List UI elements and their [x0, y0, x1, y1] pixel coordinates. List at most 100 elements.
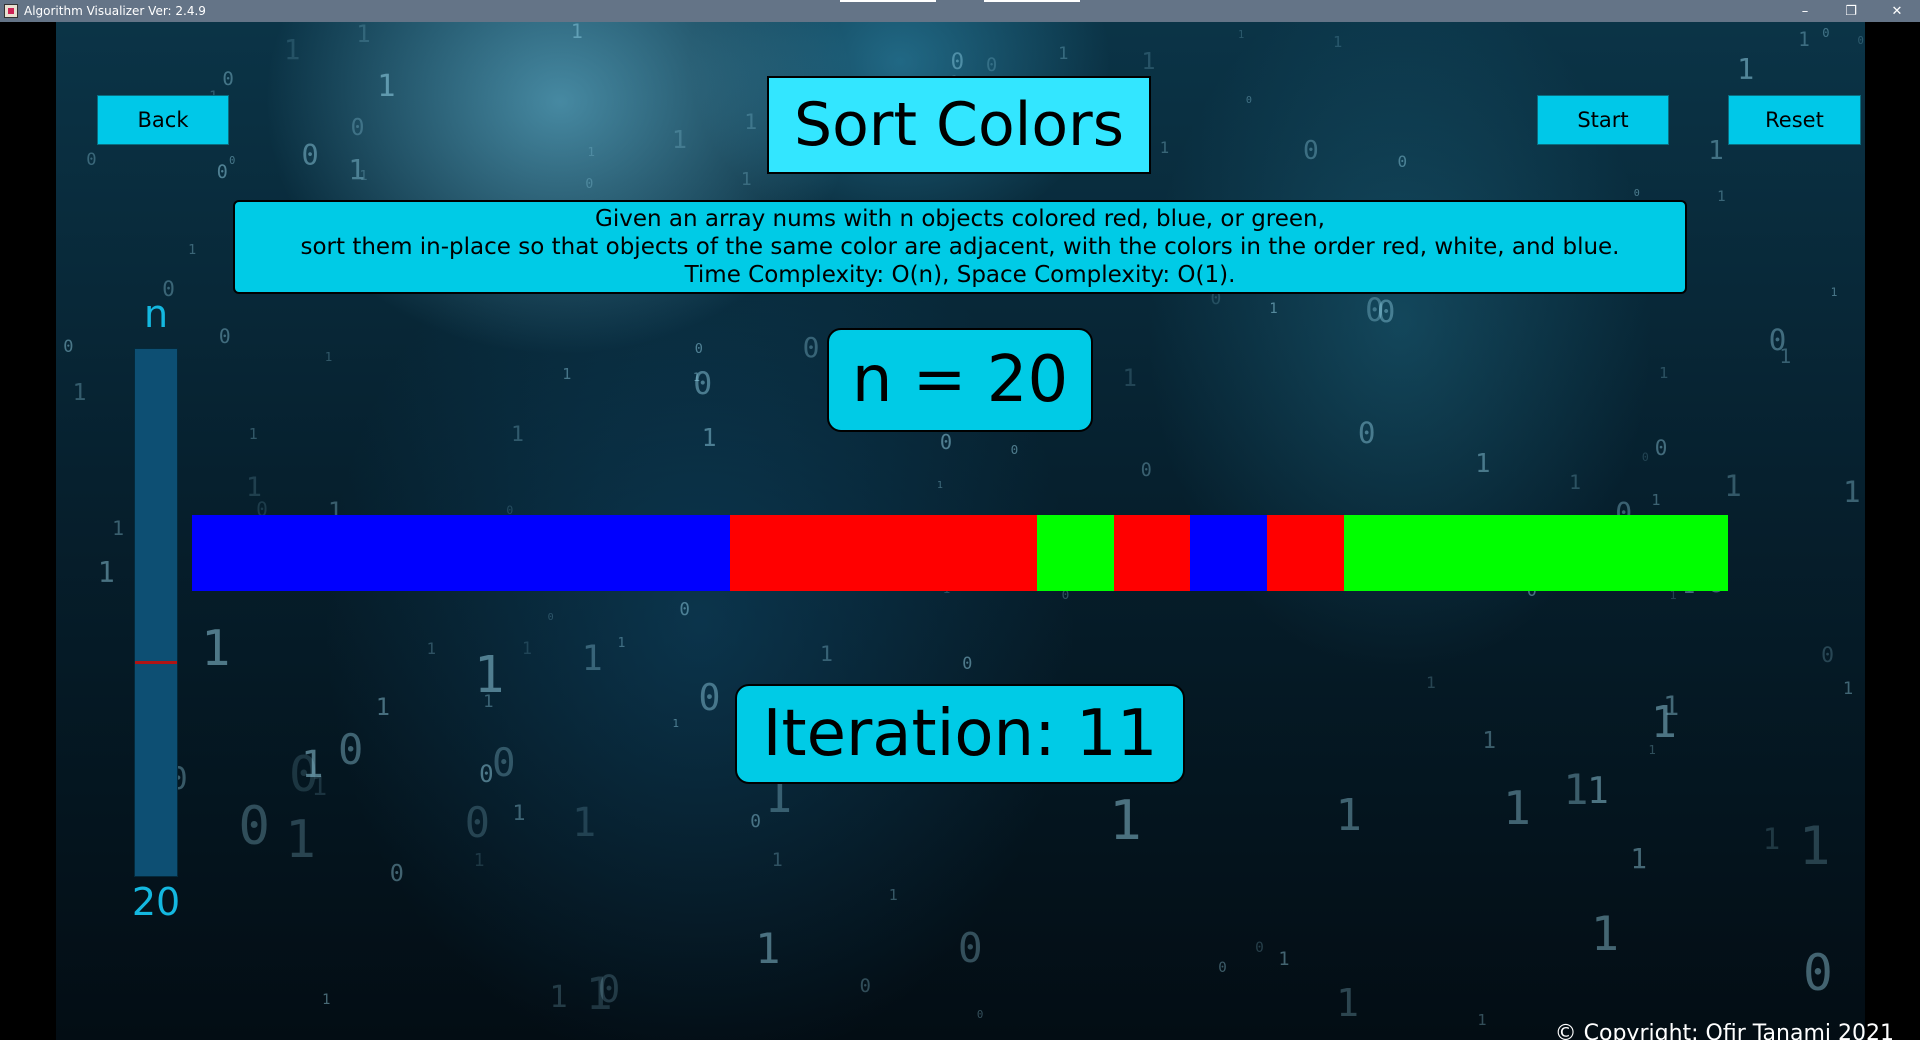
rain-digit: 0 [1633, 188, 1640, 200]
array-cell-blue [575, 515, 653, 591]
maximize-icon[interactable]: ❐ [1828, 0, 1874, 22]
rain-digit: 0 [985, 55, 998, 77]
rain-digit: 0 [238, 796, 270, 858]
description-line: Time Complexity: O(n), Space Complexity:… [684, 262, 1236, 288]
rain-digit: 1 [587, 143, 595, 159]
rain-digit: 0 [63, 335, 74, 356]
color-array [192, 515, 1728, 591]
n-slider[interactable] [134, 348, 178, 877]
rain-digit: 1 [1843, 475, 1861, 510]
rain-digit: 1 [522, 639, 532, 659]
title-bar: Algorithm Visualizer Ver: 2.4.9 – ❐ ✕ [0, 0, 1920, 22]
rain-digit: 1 [744, 110, 758, 136]
rain-digit: 1 [1830, 285, 1838, 299]
rain-digit: 0 [1654, 435, 1668, 460]
rain-digit: 1 [571, 800, 597, 847]
description-line: Given an array nums with n objects color… [595, 206, 1325, 232]
rain-digit: 0 [1803, 943, 1833, 1002]
rain-digit: 1 [72, 379, 87, 406]
rain-digit: 0 [1397, 151, 1408, 171]
rain-digit: 1 [248, 424, 258, 443]
rain-digit: 1 [1159, 139, 1170, 158]
array-cell-blue [345, 515, 423, 591]
array-cell-blue [1190, 515, 1268, 591]
rain-digit: 1 [562, 365, 572, 384]
rain-digit: 1 [1475, 447, 1491, 478]
rain-digit: 1 [771, 850, 783, 872]
rain-digit: 1 [322, 992, 331, 1009]
rain-digit: 1 [1762, 821, 1781, 856]
rain-digit: 1 [473, 850, 485, 871]
back-button[interactable]: Back [97, 95, 229, 145]
array-cell-red [806, 515, 884, 591]
rain-digit: 1 [581, 638, 603, 680]
rain-digit: 0 [1822, 26, 1830, 41]
rain-digit: 1 [1630, 842, 1647, 876]
rain-digit: 1 [1335, 790, 1362, 842]
page-title: Sort Colors [767, 76, 1151, 174]
rain-digit: 1 [585, 967, 613, 1021]
minimize-icon[interactable]: – [1782, 0, 1828, 22]
rain-digit: 1 [1737, 52, 1755, 86]
rain-digit: 1 [1587, 769, 1609, 813]
rain-digit: 1 [97, 556, 115, 590]
rain-digit: 0 [1821, 642, 1835, 668]
rain-digit: 1 [1278, 949, 1290, 971]
title-bar-indicator [984, 0, 1080, 2]
left-border [0, 22, 56, 1040]
slider-value: 20 [131, 880, 181, 924]
problem-description: Given an array nums with n objects color… [233, 200, 1687, 294]
array-cell-red [883, 515, 960, 591]
array-cell-green [1036, 515, 1114, 591]
rain-digit: 1 [483, 691, 494, 712]
array-cell-green [1574, 515, 1652, 591]
slider-handle[interactable] [135, 661, 177, 665]
iteration-counter: Iteration: 11 [735, 684, 1185, 784]
rain-digit: 0 [750, 810, 761, 832]
rain-digit: 0 [492, 741, 516, 787]
rain-digit: 1 [888, 885, 898, 904]
rain-digit: 0 [802, 331, 820, 365]
rain-digit: 1 [1651, 490, 1661, 509]
rain-digit: 1 [617, 635, 626, 651]
app-icon [4, 4, 18, 18]
rain-digit: 1 [1482, 727, 1496, 754]
rain-digit: 1 [356, 19, 371, 48]
rain-digit: 1 [1663, 690, 1680, 722]
array-cell-blue [192, 515, 269, 591]
rain-digit: 1 [473, 644, 505, 704]
rain-digit: 0 [547, 611, 554, 623]
rain-digit: 1 [1122, 364, 1137, 393]
rain-digit: 0 [1010, 441, 1019, 457]
rain-digit: 1 [755, 923, 781, 973]
array-cell-green [1420, 515, 1498, 591]
rain-digit: 1 [819, 642, 833, 668]
rain-digit: 0 [1218, 960, 1227, 977]
rain-digit: 0 [1641, 449, 1649, 464]
rain-digit: 1 [1332, 33, 1343, 52]
rain-digit: 1 [324, 349, 333, 365]
start-button[interactable]: Start [1537, 95, 1669, 145]
rain-digit: 0 [1376, 294, 1396, 330]
rain-digit: 0 [585, 176, 594, 192]
window-controls: – ❐ ✕ [1782, 0, 1920, 22]
rain-digit: 1 [549, 979, 568, 1015]
rain-digit: 0 [597, 966, 621, 1011]
rain-digit: 1 [1717, 188, 1726, 205]
array-cell-blue [422, 515, 500, 591]
rain-digit: 1 [348, 152, 366, 186]
rain-digit: 0 [218, 325, 231, 349]
rain-digit: 0 [694, 340, 703, 357]
right-border [1865, 22, 1920, 1040]
close-icon[interactable]: ✕ [1874, 0, 1920, 22]
reset-button[interactable]: Reset [1728, 95, 1861, 145]
rain-digit: 1 [112, 516, 124, 540]
window-title: Algorithm Visualizer Ver: 2.4.9 [24, 4, 206, 18]
rain-digit: 0 [1365, 292, 1385, 329]
rain-digit: 0 [229, 154, 236, 167]
array-cell-blue [499, 515, 576, 591]
rain-digit: 1 [1658, 364, 1669, 383]
rain-digit: 1 [672, 717, 680, 731]
array-cell-green [1651, 515, 1728, 591]
rain-digit: 1 [375, 693, 390, 722]
